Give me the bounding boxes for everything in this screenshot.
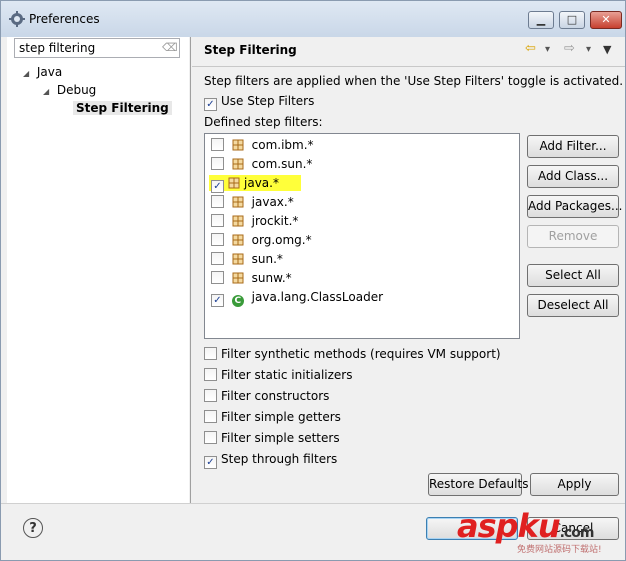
back-dropdown-icon[interactable]: ▾ [545,44,550,55]
list-item[interactable]: jrockit.* [211,214,298,232]
checkbox-icon[interactable] [211,252,224,265]
filter-label: java.lang.ClassLoader [251,290,384,304]
page-title: Step Filtering [204,43,297,57]
checkbox-icon[interactable] [204,347,217,360]
expand-arrow-icon[interactable]: ◢ [23,69,33,78]
filter-label: com.ibm.* [251,138,314,152]
select-all-button[interactable]: Select All [527,264,619,287]
back-icon[interactable]: ⇦ [525,41,536,56]
tree-item-label: Debug [56,83,97,97]
tree-item-step-filtering[interactable]: Step Filtering [73,101,172,115]
list-item[interactable]: javax.* [211,195,294,213]
list-item[interactable]: ✓ java.* [209,175,301,194]
checkbox-icon[interactable] [211,214,224,227]
list-item[interactable]: com.sun.* [211,157,312,175]
preferences-window: Preferences ▁ □ ✕ ⌫ ◢ Java ◢ Debug Step … [0,0,626,561]
close-button[interactable]: ✕ [590,11,622,29]
checkbox-label: Filter simple getters [221,410,341,424]
filter-field[interactable]: ⌫ [14,38,180,58]
add-class-button[interactable]: Add Class... [527,165,619,188]
option-constructors[interactable]: Filter constructors [204,389,329,403]
filter-label: java.* [244,176,279,190]
checkbox-icon[interactable] [211,138,224,151]
checkbox-label: Filter synthetic methods (requires VM su… [221,347,501,361]
add-packages-button[interactable]: Add Packages... [527,195,622,218]
checkbox-checked-icon[interactable]: ✓ [204,98,217,111]
package-icon [232,253,244,265]
filter-label: sunw.* [251,271,292,285]
checkbox-icon[interactable] [211,157,224,170]
list-item[interactable]: com.ibm.* [211,138,314,156]
checkbox-icon[interactable] [204,368,217,381]
step-filter-list[interactable]: com.ibm.* com.sun.* ✓ java.* javax.* jroc… [204,133,520,339]
restore-defaults-button[interactable]: Restore Defaults [428,473,528,496]
tree-item-debug[interactable]: ◢ Debug [43,83,96,97]
package-icon [232,196,244,208]
checkbox-icon[interactable] [204,389,217,402]
help-icon[interactable]: ? [23,518,43,538]
remove-button[interactable]: Remove [527,225,619,248]
package-icon [232,158,244,170]
checkbox-checked-icon[interactable]: ✓ [204,456,217,469]
header-separator [192,66,625,67]
option-simple-setters[interactable]: Filter simple setters [204,431,340,445]
checkbox-checked-icon[interactable]: ✓ [211,180,224,193]
use-step-filters-checkbox[interactable]: ✓ Use Step Filters [204,94,314,111]
checkbox-label: Step through filters [221,452,338,466]
filter-label: com.sun.* [251,157,313,171]
page-description: Step filters are applied when the 'Use S… [204,74,624,88]
gear-icon [9,11,25,27]
window-title: Preferences [29,12,100,26]
forward-icon[interactable]: ⇨ [564,41,575,56]
checkbox-label: Use Step Filters [221,94,315,108]
checkbox-icon[interactable] [211,195,224,208]
list-item[interactable]: ✓ C java.lang.ClassLoader [211,290,383,308]
filter-label: javax.* [251,195,294,209]
filter-input[interactable] [15,39,159,57]
checkbox-icon[interactable] [211,233,224,246]
option-static-initializers[interactable]: Filter static initializers [204,368,353,382]
title-bar[interactable]: Preferences ▁ □ ✕ [1,1,625,37]
filter-label: jrockit.* [251,214,299,228]
checkbox-icon[interactable] [204,410,217,423]
maximize-button[interactable]: □ [559,11,585,29]
filter-label: sun.* [251,252,283,266]
watermark-logo: aspku.com [457,507,594,545]
deselect-all-button[interactable]: Deselect All [527,294,619,317]
footer-separator [1,503,625,504]
option-synthetic-methods[interactable]: Filter synthetic methods (requires VM su… [204,347,501,361]
highlight-marker: ✓ java.* [209,175,301,193]
package-icon [232,234,244,246]
package-icon [228,177,240,189]
apply-button[interactable]: Apply [530,473,619,496]
option-step-through-filters[interactable]: ✓ Step through filters [204,452,337,469]
watermark-subtitle: 免费网站源码下载站! [517,545,602,555]
checkbox-checked-icon[interactable]: ✓ [211,294,224,307]
tree-item-java[interactable]: ◢ Java [23,65,62,79]
clear-icon[interactable]: ⌫ [162,41,178,55]
package-icon [232,215,244,227]
list-item[interactable]: org.omg.* [211,233,312,251]
minimize-button[interactable]: ▁ [528,11,554,29]
checkbox-label: Filter constructors [221,389,330,403]
list-item[interactable]: sunw.* [211,271,292,289]
checkbox-icon[interactable] [211,271,224,284]
add-filter-button[interactable]: Add Filter... [527,135,619,158]
view-menu-icon[interactable]: ▼ [603,43,611,56]
panel-divider[interactable] [190,37,191,503]
tree-item-label: Java [36,65,63,79]
checkbox-icon[interactable] [204,431,217,444]
tree-item-label: Step Filtering [73,101,172,115]
checkbox-label: Filter static initializers [221,368,353,382]
option-simple-getters[interactable]: Filter simple getters [204,410,341,424]
package-icon [232,139,244,151]
forward-dropdown-icon[interactable]: ▾ [586,44,591,55]
expand-arrow-icon[interactable]: ◢ [43,87,53,96]
package-icon [232,272,244,284]
filter-label: org.omg.* [251,233,312,247]
class-icon: C [231,295,244,307]
defined-filters-label: Defined step filters: [204,115,323,129]
list-item[interactable]: sun.* [211,252,283,270]
checkbox-label: Filter simple setters [221,431,340,445]
